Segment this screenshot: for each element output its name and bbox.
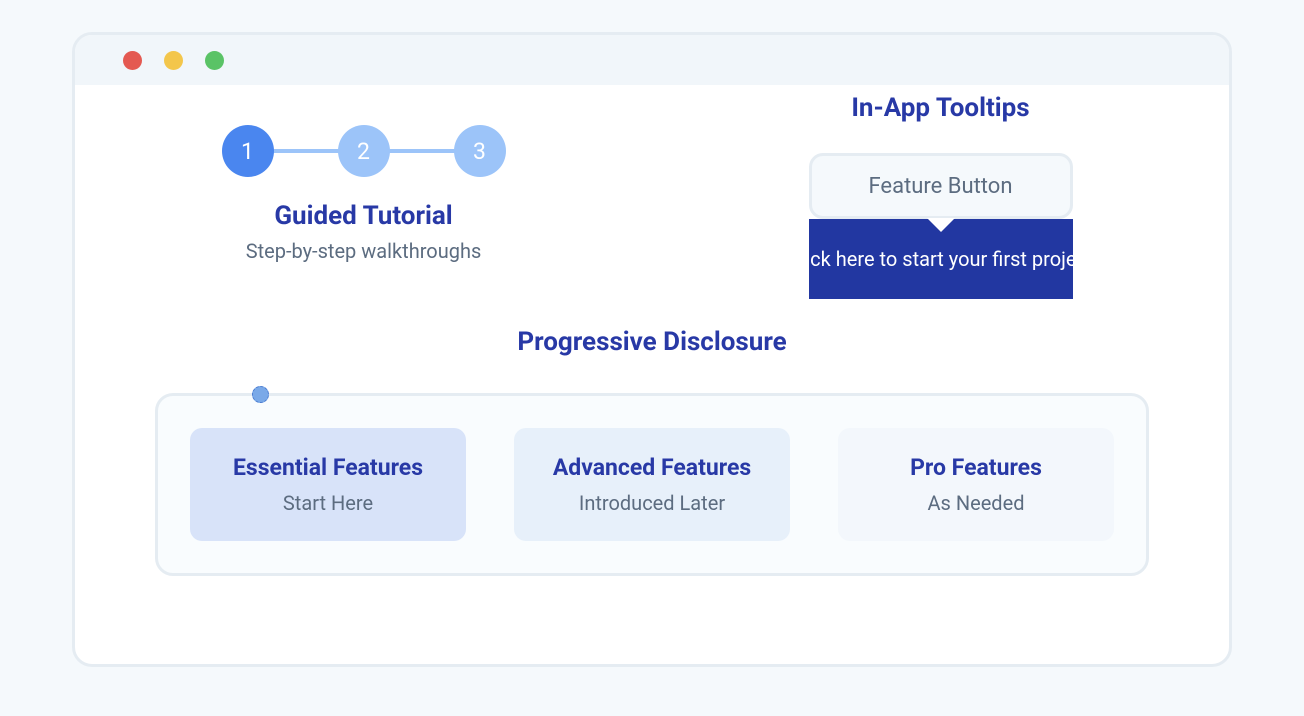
tooltips-title: In-App Tooltips	[652, 93, 1229, 123]
card-subtitle: Start Here	[210, 491, 446, 515]
window-close-icon[interactable]	[123, 51, 142, 70]
guided-tutorial-section: 1 2 3 Guided Tutorial Step-by-step walkt…	[75, 85, 652, 299]
content-area: 1 2 3 Guided Tutorial Step-by-step walkt…	[75, 85, 1229, 576]
feature-button[interactable]: Feature Button	[809, 153, 1073, 219]
window-titlebar	[75, 35, 1229, 85]
progressive-title: Progressive Disclosure	[75, 327, 1229, 357]
tooltips-section: In-App Tooltips Feature Button Click her…	[652, 85, 1229, 299]
card-pro: Pro Features As Needed	[838, 428, 1114, 541]
panel-indicator-dot-icon	[252, 386, 269, 403]
card-title: Essential Features	[210, 454, 446, 481]
card-essential: Essential Features Start Here	[190, 428, 466, 541]
window-minimize-icon[interactable]	[164, 51, 183, 70]
card-subtitle: Introduced Later	[534, 491, 770, 515]
progressive-panel: Essential Features Start Here Advanced F…	[155, 393, 1149, 576]
card-subtitle: As Needed	[858, 491, 1094, 515]
tooltip-demo: Feature Button Click here to start your …	[809, 153, 1073, 299]
step-connector	[273, 149, 339, 153]
card-title: Advanced Features	[534, 454, 770, 481]
tooltip-arrow-icon	[927, 218, 955, 232]
top-row: 1 2 3 Guided Tutorial Step-by-step walkt…	[75, 85, 1229, 299]
card-title: Pro Features	[858, 454, 1094, 481]
step-2-circle: 2	[338, 125, 390, 177]
guided-title: Guided Tutorial	[75, 201, 652, 231]
step-3-circle: 3	[454, 125, 506, 177]
guided-subtitle: Step-by-step walkthroughs	[75, 239, 652, 263]
step-1-circle: 1	[222, 125, 274, 177]
step-indicator: 1 2 3	[222, 125, 506, 177]
card-advanced: Advanced Features Introduced Later	[514, 428, 790, 541]
window-maximize-icon[interactable]	[205, 51, 224, 70]
app-window: 1 2 3 Guided Tutorial Step-by-step walkt…	[72, 32, 1232, 667]
step-connector	[389, 149, 455, 153]
